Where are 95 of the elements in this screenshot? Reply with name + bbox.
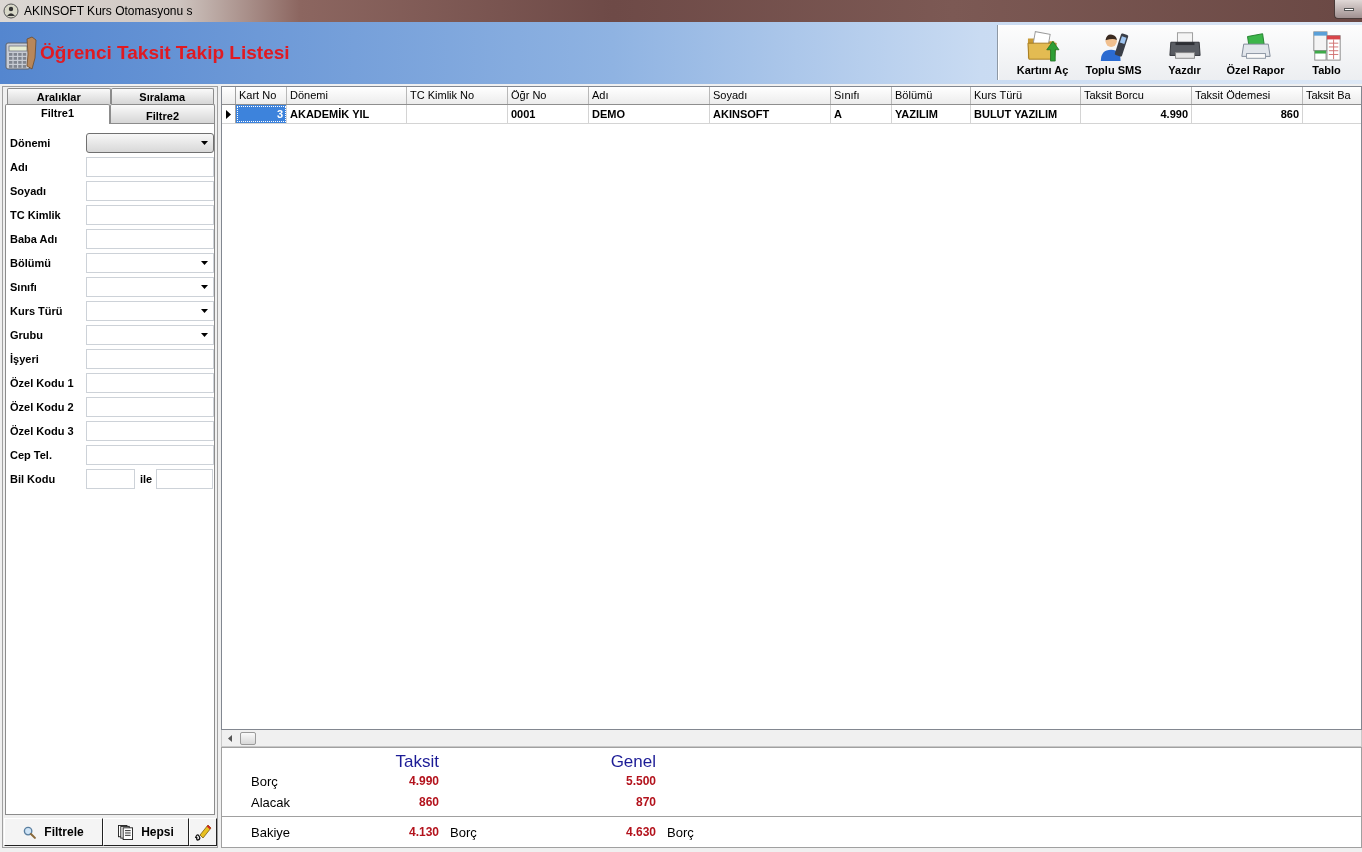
table-cell[interactable]: AKINSOFT: [710, 105, 831, 123]
column-header[interactable]: Dönemi: [287, 87, 407, 104]
page-title: Öğrenci Taksit Takip Listesi: [40, 42, 290, 64]
field-label: Bölümü: [10, 257, 52, 269]
table-cell[interactable]: YAZILIM: [892, 105, 971, 123]
scrollbar-thumb[interactable]: [240, 731, 256, 745]
field-label: Kurs Türü: [10, 305, 64, 317]
input-field[interactable]: [86, 421, 214, 441]
field-label: Grubu: [10, 329, 44, 341]
tab[interactable]: Sıralama: [110, 88, 214, 104]
scroll-left-icon[interactable]: [228, 734, 232, 742]
filter-button[interactable]: Filtrele: [4, 818, 103, 846]
minimize-button[interactable]: [1334, 0, 1362, 19]
field-label: Bil Kodu: [10, 473, 57, 485]
minimize-icon: [1343, 7, 1354, 11]
column-header[interactable]: Adı: [589, 87, 710, 104]
field-label: ile: [140, 473, 153, 485]
column-header[interactable]: Taksit Borcu: [1081, 87, 1192, 104]
show-all-button[interactable]: Hepsi: [103, 818, 189, 846]
row-label: Alacak: [251, 794, 291, 810]
field-label: Cep Tel.: [10, 449, 53, 461]
column-header[interactable]: TC Kimlik No: [407, 87, 508, 104]
balance-side-label: Borç: [450, 824, 477, 840]
column-header[interactable]: Taksit Ödemesi: [1192, 87, 1303, 104]
amount-value: 5.500: [625, 774, 656, 788]
column-header[interactable]: Taksit Ba: [1303, 87, 1361, 104]
tab[interactable]: Filtre1: [5, 104, 110, 124]
caret-icon: [201, 261, 208, 265]
documents-icon: [118, 824, 134, 840]
toolbar-button[interactable]: Yazdır: [1149, 25, 1220, 80]
dropdown-field[interactable]: [86, 133, 214, 153]
field-label: TC Kimlik: [10, 209, 62, 221]
field-label: Baba Adı: [10, 233, 59, 245]
folder-icon: [1025, 30, 1060, 62]
field-label: Adı: [10, 161, 29, 173]
column-header[interactable]: Kurs Türü: [971, 87, 1081, 104]
table-cell[interactable]: 0001: [508, 105, 589, 123]
table-cell[interactable]: A: [831, 105, 892, 123]
toolbar-button[interactable]: Kartını Aç: [1007, 25, 1078, 80]
tab[interactable]: Filtre2: [110, 104, 215, 123]
field-label: Özel Kodu 1: [10, 377, 75, 389]
table-cell[interactable]: 3: [236, 105, 287, 123]
eraser-button[interactable]: [189, 818, 217, 846]
input-field[interactable]: [86, 445, 214, 465]
printer-icon: [1238, 30, 1273, 62]
amount-value: 870: [635, 795, 656, 809]
field-label: Özel Kodu 2: [10, 401, 75, 413]
input-field[interactable]: [86, 181, 214, 201]
caret-icon: [201, 333, 208, 337]
column-header[interactable]: Soyadı: [710, 87, 831, 104]
balance-side-label: Borç: [667, 824, 694, 840]
app-icon: [3, 3, 19, 19]
calculator-icon: [5, 36, 37, 70]
input-field[interactable]: [86, 469, 135, 489]
column-title: Genel: [610, 752, 656, 772]
input-field[interactable]: [86, 373, 214, 393]
row-label: Borç: [251, 773, 278, 789]
field-label: Özel Kodu 3: [10, 425, 75, 437]
caret-icon: [201, 141, 208, 145]
row-label: Bakiye: [251, 824, 291, 840]
horizontal-scrollbar[interactable]: [221, 730, 1362, 747]
window-title: AKINSOFT Kurs Otomasyonu s: [24, 4, 193, 18]
amount-value: 4.630: [625, 825, 656, 839]
table-cell[interactable]: BULUT YAZILIM: [971, 105, 1081, 123]
toolbar-button[interactable]: Özel Rapor: [1220, 25, 1291, 80]
input-field[interactable]: [86, 205, 214, 225]
table-cell[interactable]: 4.990: [1081, 105, 1192, 123]
field-label: Soyadı: [10, 185, 48, 197]
column-header[interactable]: Sınıfı: [831, 87, 892, 104]
input-field[interactable]: [86, 229, 214, 249]
search-icon: [23, 825, 37, 839]
tab[interactable]: Aralıklar: [7, 88, 111, 104]
amount-value: 4.130: [408, 825, 439, 839]
field-label: İşyeri: [10, 353, 40, 365]
amount-value: 860: [418, 795, 439, 809]
input-field[interactable]: [156, 469, 214, 489]
toolbar-button[interactable]: Toplu SMS: [1078, 25, 1149, 80]
field-label: Dönemi: [10, 137, 52, 149]
caret-icon: [201, 309, 208, 313]
field-label: Sınıfı: [10, 281, 38, 293]
printer-icon: [1167, 30, 1202, 62]
table-cell[interactable]: DEMO: [589, 105, 710, 123]
toolbar-button[interactable]: Tablo: [1291, 25, 1362, 80]
column-header[interactable]: Bölümü: [892, 87, 971, 104]
eraser-icon: [194, 823, 212, 841]
input-field[interactable]: [86, 157, 214, 177]
amount-value: 4.990: [408, 774, 439, 788]
column-title: Taksit: [395, 752, 439, 772]
column-header[interactable]: Öğr No: [508, 87, 589, 104]
input-field[interactable]: [86, 397, 214, 417]
column-header[interactable]: Kart No: [236, 87, 287, 104]
table-cell[interactable]: 860: [1192, 105, 1303, 123]
caret-icon: [201, 285, 208, 289]
table-cell[interactable]: AKADEMİK YIL: [287, 105, 407, 123]
input-field[interactable]: [86, 349, 214, 369]
